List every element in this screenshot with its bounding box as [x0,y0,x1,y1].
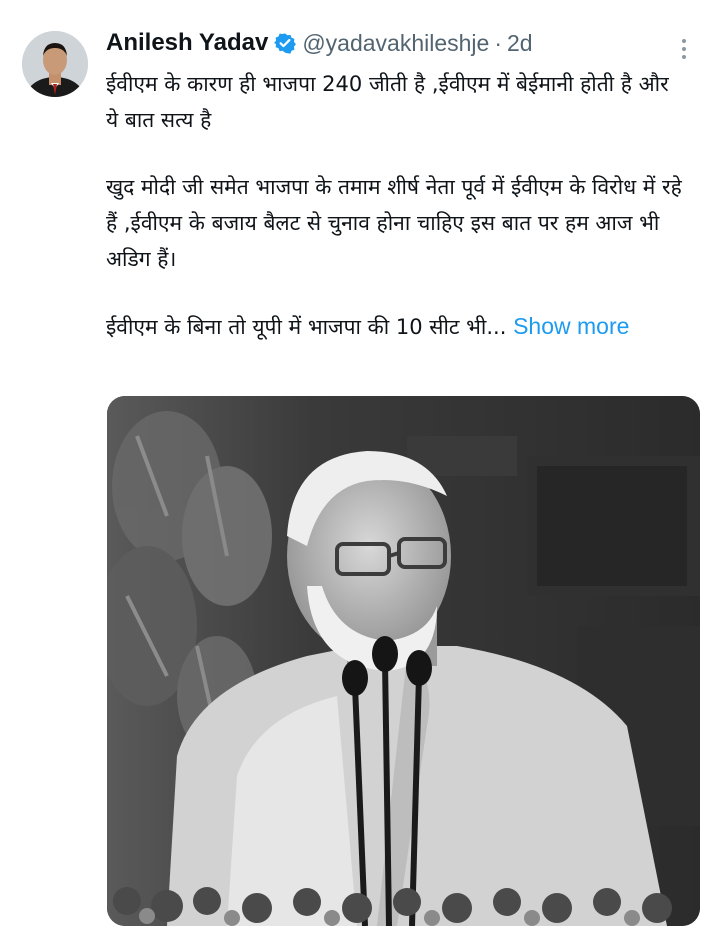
tweet-paragraph-3-text: ईवीएम के बिना तो यूपी में भाजपा की 10 सी… [106,315,507,339]
tweet-header: Anilesh Yadav @yadavakhileshje · 2d [106,22,686,64]
tweet-text: ईवीएम के कारण ही भाजपा 240 जीती है ,ईवीए… [106,66,686,345]
verified-badge-icon [274,32,297,54]
author-avatar[interactable] [22,31,88,97]
tweet-timestamp[interactable]: 2d [507,30,533,57]
tweet-paragraph-1: ईवीएम के कारण ही भाजपा 240 जीती है ,ईवीए… [106,72,669,132]
more-options-icon[interactable] [672,34,696,64]
speaker-at-podium-photo [107,396,700,926]
show-more-link[interactable]: Show more [513,313,629,339]
tweet[interactable]: Anilesh Yadav @yadavakhileshje · 2d ईवीए… [0,0,720,926]
tweet-media[interactable] [107,396,700,926]
header-separator: · [494,29,502,56]
author-handle[interactable]: @yadavakhileshje [302,30,489,57]
tweet-paragraph-2: खुद मोदी जी समेत भाजपा के तमाम शीर्ष नेत… [106,175,682,271]
tweet-paragraph-3: ईवीएम के बिना तो यूपी में भाजपा की 10 सी… [106,308,686,345]
tweet-content: Anilesh Yadav @yadavakhileshje · 2d ईवीए… [106,22,686,345]
author-name[interactable]: Anilesh Yadav [106,29,268,57]
avatar-photo [22,31,88,97]
